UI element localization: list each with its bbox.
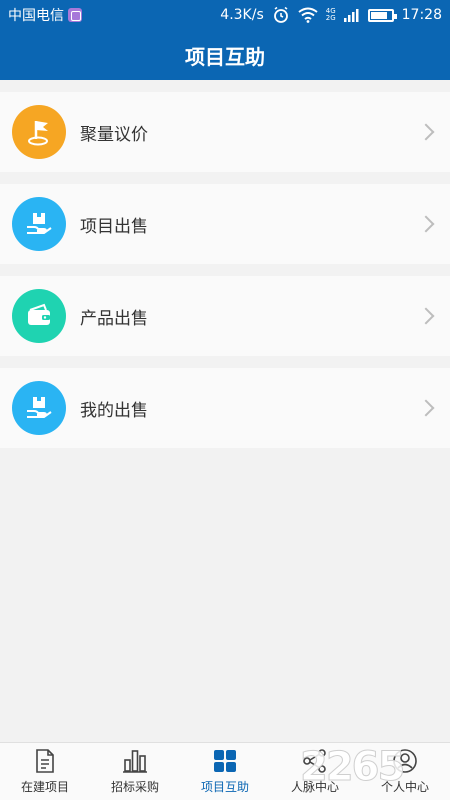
nav-item-personal-center[interactable]: 个人中心 <box>360 743 450 800</box>
hand-box-icon <box>12 197 66 251</box>
menu-list: 聚量议价 项目出售 产品出售 我的出售 <box>0 92 450 460</box>
menu-label: 产品出售 <box>80 308 148 329</box>
menu-label: 聚量议价 <box>80 124 148 145</box>
menu-item-project-sale[interactable]: 项目出售 <box>0 184 450 264</box>
network-type: 4G 2G <box>326 8 336 22</box>
chevron-right-icon <box>417 215 435 233</box>
wallet-icon <box>12 289 66 343</box>
nav-label: 招标采购 <box>110 780 159 794</box>
network-icon <box>303 749 326 773</box>
nav-label: 在建项目 <box>20 780 69 794</box>
sim-card-icon <box>68 8 82 22</box>
app-header: 项目互助 <box>0 30 450 80</box>
nav-label: 项目互助 <box>200 780 249 794</box>
hand-box-icon <box>12 381 66 435</box>
clock: 17:28 <box>401 7 442 23</box>
page-title: 项目互助 <box>185 44 265 69</box>
nav-item-project-mutual-aid[interactable]: 项目互助 <box>180 743 270 800</box>
chevron-right-icon <box>417 399 435 417</box>
battery-icon <box>367 8 397 22</box>
alarm-icon <box>273 6 288 23</box>
nav-label: 人脉中心 <box>290 780 339 794</box>
chevron-right-icon <box>417 307 435 325</box>
document-icon <box>36 749 54 773</box>
menu-label: 项目出售 <box>80 216 148 237</box>
menu-item-product-sale[interactable]: 产品出售 <box>0 276 450 356</box>
menu-label: 我的出售 <box>80 400 148 421</box>
status-bar: 中国电信 4.3K/s 4G 2G 17:28 <box>0 0 450 30</box>
nav-item-bidding-procurement[interactable]: 招标采购 <box>90 743 180 800</box>
bar-chart-icon <box>123 750 147 773</box>
nav-item-projects-under-construction[interactable]: 在建项目 <box>0 743 90 800</box>
battery-level <box>370 11 387 19</box>
bottom-nav: 在建项目 招标采购 项目互助 人脉中心 个人中心 <box>0 742 450 800</box>
network-speed: 4.3K/s <box>220 7 264 23</box>
nav-item-network-center[interactable]: 人脉中心 <box>270 743 360 800</box>
wifi-icon <box>298 7 318 23</box>
nav-label: 个人中心 <box>380 780 429 794</box>
chevron-right-icon <box>417 123 435 141</box>
signal-icon <box>343 9 359 22</box>
status-right: 4.3K/s 4G 2G 17:28 <box>220 6 442 24</box>
network-type-bottom: 2G <box>325 14 336 22</box>
menu-item-bargain[interactable]: 聚量议价 <box>0 92 450 172</box>
user-icon <box>393 749 417 773</box>
flag-icon <box>12 105 66 159</box>
carrier-label: 中国电信 <box>8 8 64 24</box>
status-left: 中国电信 <box>8 5 82 25</box>
menu-item-my-sales[interactable]: 我的出售 <box>0 368 450 448</box>
grid-icon <box>214 750 236 772</box>
